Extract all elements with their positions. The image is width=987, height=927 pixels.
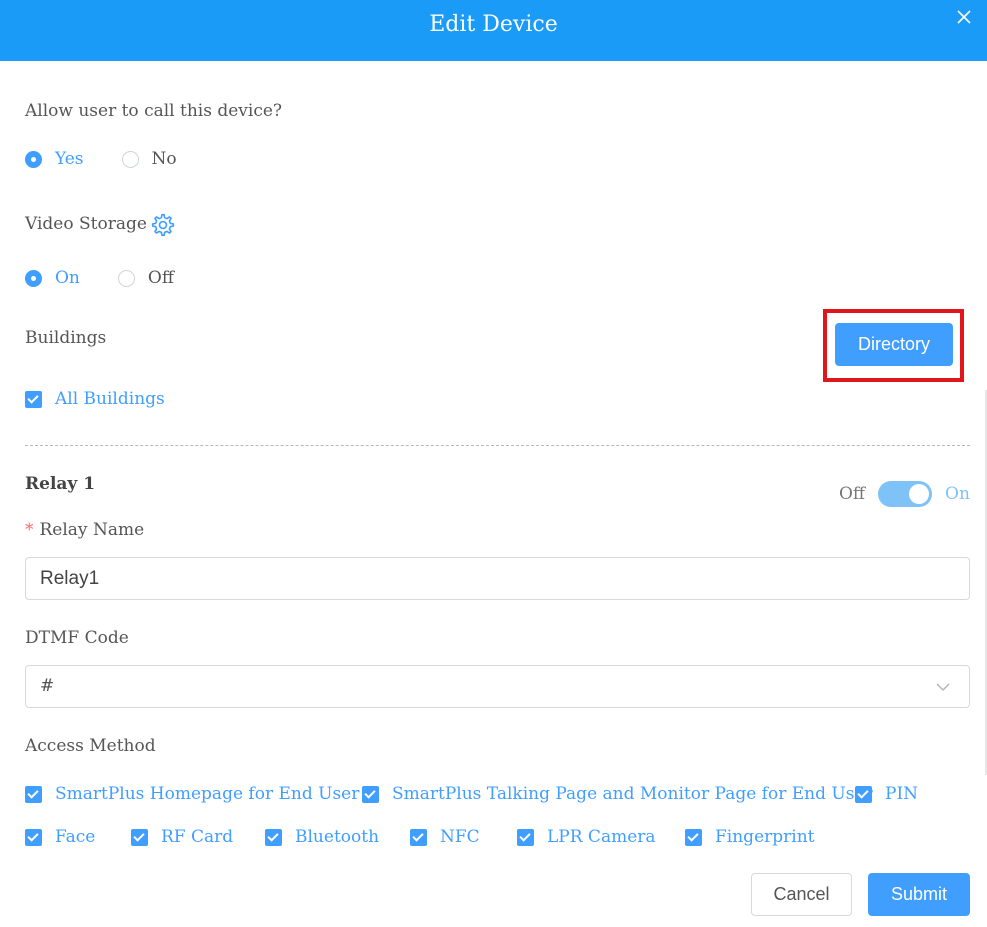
checkbox-label: Bluetooth [295,827,380,847]
cancel-button[interactable]: Cancel [751,873,852,916]
checkbox-box [25,785,42,803]
checkbox-label: PIN [885,784,919,804]
checkbox-label: LPR Camera [547,827,656,847]
checkbox-box [517,828,534,846]
radio-label: Yes [55,149,84,169]
checkbox-label: Face [55,827,96,847]
checkbox-box [25,390,42,408]
relay-toggle-switch[interactable] [878,481,933,507]
toggle-on-label: On [945,484,970,504]
section-divider [25,445,970,446]
gear-icon[interactable] [150,212,176,238]
all-buildings-checkbox[interactable]: All Buildings [25,389,165,409]
buildings-label: Buildings [25,328,107,348]
access-method-checkbox[interactable]: SmartPlus Talking Page and Monitor Page … [362,784,873,804]
radio-label: Off [147,268,174,288]
directory-button[interactable]: Directory [835,323,953,366]
relay-name-input[interactable]: Relay1 [25,557,970,600]
toggle-off-label: Off [839,484,866,504]
access-method-checkbox[interactable]: Face [25,827,95,847]
access-method-checkbox[interactable]: Bluetooth [265,827,379,847]
radio-circle [121,150,139,168]
checkbox-box [25,828,42,846]
dtmf-code-select[interactable]: # [25,665,970,708]
access-method-checkbox[interactable]: Fingerprint [685,827,814,847]
call-question-label: Allow user to call this device? [25,101,283,121]
access-method-checkbox[interactable]: LPR Camera [517,827,656,847]
radio-circle [25,269,42,287]
dialog-header: Edit Device [0,0,987,61]
access-method-checkbox[interactable]: SmartPlus Homepage for End User [25,784,359,804]
checkbox-label: All Buildings [55,389,165,409]
radio-label: No [151,149,177,169]
access-method-checkbox[interactable]: NFC [410,827,480,847]
call-yes-radio[interactable]: Yes [25,149,84,169]
relay-name-value: Relay1 [40,568,100,589]
call-radio-group: Yes No [25,149,215,169]
access-method-checkbox[interactable]: RF Card [131,827,233,847]
access-method-label: Access Method [25,736,156,756]
dtmf-code-value: # [40,676,55,696]
video-off-radio[interactable]: Off [117,268,174,288]
dtmf-code-label: DTMF Code [25,628,129,648]
checkbox-box [265,828,282,846]
checkbox-box [685,828,702,846]
required-mark: * [25,520,34,540]
close-icon[interactable] [955,8,973,26]
checkbox-box [362,785,379,803]
video-storage-label: Video Storage [25,214,147,234]
dialog-title: Edit Device [429,12,558,37]
video-storage-radio-group: On Off [25,268,212,288]
access-method-checkbox[interactable]: PIN [855,784,918,804]
relay-name-label: * Relay Name [25,520,144,540]
checkbox-box [131,828,148,846]
radio-label: On [55,268,80,288]
checkbox-label: NFC [440,827,480,847]
radio-circle [117,269,135,287]
checkbox-box [855,785,872,803]
checkbox-box [410,828,427,846]
relay-title: Relay 1 [25,474,96,494]
call-no-radio[interactable]: No [121,149,177,169]
relay-toggle-group: Off On [839,481,970,507]
checkbox-label: SmartPlus Homepage for End User [55,784,360,804]
submit-button[interactable]: Submit [868,873,970,916]
chevron-down-icon [936,683,950,691]
checkbox-label: Fingerprint [715,827,815,847]
radio-circle [25,150,42,168]
video-on-radio[interactable]: On [25,268,80,288]
relay-name-label-text: Relay Name [39,520,145,540]
checkbox-label: RF Card [161,827,234,847]
checkbox-label: SmartPlus Talking Page and Monitor Page … [392,784,873,804]
